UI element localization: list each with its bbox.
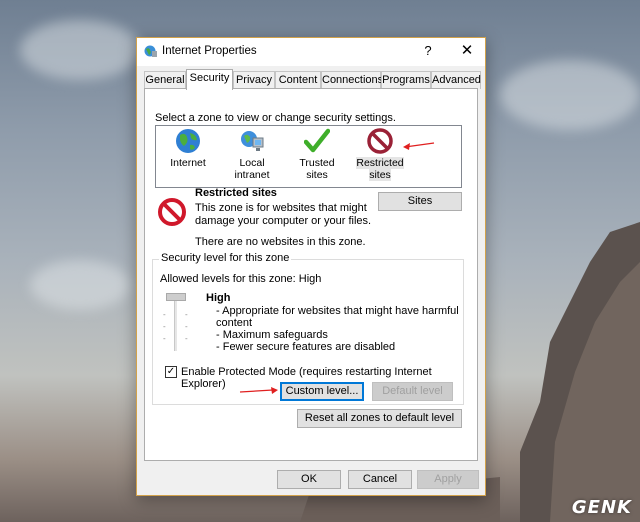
tab-privacy[interactable]: Privacy — [233, 71, 275, 89]
tab-advanced[interactable]: Advanced — [431, 71, 481, 89]
prohibited-icon — [367, 128, 393, 154]
security-level-slider[interactable]: --- --- — [163, 293, 189, 353]
checkmark-icon — [304, 128, 330, 153]
level-bullet: - Fewer secure features are disabled — [216, 341, 396, 353]
globe-icon — [176, 129, 200, 153]
zone-label: Local intranet — [234, 157, 270, 181]
level-name: High — [206, 292, 231, 304]
level-bullet: - Appropriate for websites that might ha… — [216, 305, 459, 317]
background-cloud — [500, 60, 640, 130]
zone-description: damage your computer or your files. — [195, 215, 372, 227]
zone-title: Restricted sites — [195, 187, 277, 199]
background-cloud — [20, 20, 140, 80]
zone-description: This zone is for websites that might — [195, 202, 367, 214]
annotation-arrow-icon — [403, 142, 435, 150]
zone-empty-note: There are no websites in this zone. — [195, 236, 366, 248]
tab-connections[interactable]: Connections — [321, 71, 383, 89]
default-level-button[interactable]: Default level — [372, 382, 453, 401]
slider-ticks: --- — [163, 310, 166, 343]
reset-all-zones-button[interactable]: Reset all zones to default level — [297, 409, 462, 428]
level-bullet: - Maximum safeguards — [216, 329, 328, 341]
close-button[interactable]: ✕ — [453, 41, 481, 61]
background-mountain — [520, 222, 640, 522]
help-button[interactable]: ? — [417, 41, 439, 61]
apply-button[interactable]: Apply — [417, 470, 479, 489]
custom-level-button[interactable]: Custom level... — [280, 382, 364, 401]
zone-trusted-sites[interactable]: Trusted sites — [288, 128, 346, 181]
security-level-group: Security level for this zone Allowed lev… — [152, 252, 464, 405]
network-icon — [241, 131, 264, 151]
tab-general[interactable]: General — [144, 71, 186, 89]
security-tab-panel: Select a zone to view or change security… — [144, 88, 478, 461]
slider-ticks: --- — [185, 310, 188, 343]
zone-label: Restricted sites — [356, 157, 404, 181]
protected-mode-checkbox[interactable]: ✓ — [165, 366, 177, 378]
zone-label: Trusted sites — [299, 157, 335, 181]
tab-security[interactable]: Security — [186, 69, 233, 90]
tab-programs[interactable]: Programs — [381, 71, 431, 89]
level-bullet: content — [216, 317, 253, 329]
slider-thumb[interactable] — [166, 293, 186, 301]
cancel-button[interactable]: Cancel — [348, 470, 412, 489]
restricted-zone-icon — [158, 198, 186, 226]
tab-content[interactable]: Content — [275, 71, 321, 89]
watermark-logo: GENK — [571, 497, 632, 518]
zone-select-prompt: Select a zone to view or change security… — [155, 112, 396, 124]
background-cloud — [30, 260, 130, 310]
security-level-legend: Security level for this zone — [159, 252, 292, 264]
allowed-levels-text: Allowed levels for this zone: High — [160, 273, 322, 285]
zone-internet[interactable]: Internet — [166, 128, 210, 169]
zone-label: Internet — [170, 157, 206, 169]
slider-track — [174, 293, 177, 351]
internet-properties-dialog: Internet Properties ? ✕ General Security… — [136, 37, 486, 496]
ok-button[interactable]: OK — [277, 470, 341, 489]
dialog-title: Internet Properties — [162, 45, 257, 57]
title-bar[interactable]: Internet Properties ? ✕ — [137, 38, 485, 66]
zone-local-intranet[interactable]: Local intranet — [222, 128, 282, 181]
annotation-arrow-icon — [239, 387, 278, 394]
sites-button[interactable]: Sites — [378, 192, 462, 211]
zone-restricted-sites[interactable]: Restricted sites — [356, 128, 404, 181]
zone-list: Internet Local intranet Trusted sites Re… — [155, 125, 462, 188]
internet-properties-icon — [144, 45, 157, 57]
